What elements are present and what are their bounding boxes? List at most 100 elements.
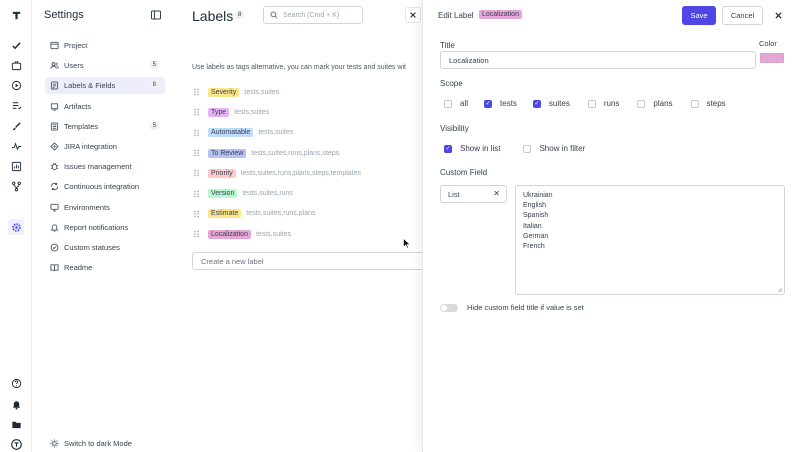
sidebar-item-label: Continuous integration <box>64 182 140 192</box>
list-item[interactable]: Estimate tests,suites,runs,plans <box>192 204 361 224</box>
app-logo-icon[interactable] <box>8 7 24 23</box>
sidebar-item-artifacts[interactable]: Artifacts <box>45 98 165 115</box>
close-labels-button[interactable] <box>405 7 421 23</box>
list-item[interactable]: Severity tests,suites <box>192 82 361 102</box>
drag-handle-icon[interactable] <box>192 190 202 198</box>
title-input[interactable]: Localization <box>440 51 756 69</box>
drag-handle-icon[interactable] <box>192 149 202 157</box>
drag-handle-icon[interactable] <box>192 129 202 137</box>
color-picker[interactable] <box>760 53 784 63</box>
sidebar-item-ci[interactable]: Continuous integration <box>45 178 165 195</box>
label-tag[interactable]: To Review <box>208 148 247 158</box>
sidebar-item-jira[interactable]: JIRA integration <box>45 138 165 155</box>
scope-options: all tests suites runs plans steps <box>444 99 726 108</box>
sidebar-item-users[interactable]: Users 5 <box>45 57 165 74</box>
help-icon[interactable] <box>8 375 24 391</box>
sidebar-item-label: Labels & Fields <box>64 81 116 91</box>
list-item[interactable]: To Review tests,suites,runs,plans,steps <box>192 143 361 163</box>
label-scope: tests,suites,runs,plans <box>246 210 316 218</box>
label-tag[interactable]: Estimate <box>208 209 242 219</box>
hide-title-toggle[interactable] <box>440 303 458 312</box>
branch-icon[interactable] <box>8 178 24 194</box>
tests-check-icon[interactable] <box>8 37 24 53</box>
suitcase-icon[interactable] <box>8 57 24 73</box>
scope-option-label: all <box>460 99 469 108</box>
sidebar-item-label: Issues management <box>64 162 132 172</box>
sidebar-item-custom-statuses[interactable]: Custom statuses <box>45 239 165 256</box>
label-tag[interactable]: Version <box>208 189 238 199</box>
runs-play-icon[interactable] <box>8 77 24 93</box>
labels-icon <box>50 81 59 90</box>
scope-steps-checkbox[interactable] <box>690 99 699 108</box>
labels-description: Use labels as tags alternative, you can … <box>192 64 406 71</box>
label-tag[interactable]: Localization <box>208 229 251 239</box>
user-avatar-icon[interactable] <box>8 436 24 452</box>
scope-option-label: tests <box>500 99 517 108</box>
bell-icon[interactable] <box>8 396 24 412</box>
pulse-icon[interactable] <box>8 138 24 154</box>
scope-all-checkbox[interactable] <box>444 99 452 108</box>
visibility-option-label: Show in list <box>460 144 501 153</box>
drag-handle-icon[interactable] <box>192 169 202 177</box>
label-tag[interactable]: Severity <box>208 87 240 97</box>
label-tag[interactable]: Type <box>208 107 230 117</box>
edit-label-panel: Edit Label Localization Save Cancel Titl… <box>422 0 800 452</box>
settings-gear-icon[interactable] <box>8 219 24 235</box>
sidebar-item-label: Readme <box>64 263 93 273</box>
resize-grip-icon[interactable] <box>777 287 782 292</box>
dark-mode-toggle[interactable]: Switch to dark Mode <box>50 439 132 448</box>
drag-handle-icon[interactable] <box>192 210 202 218</box>
folder-icon[interactable] <box>8 416 24 432</box>
cancel-button[interactable]: Cancel <box>722 6 763 25</box>
sidebar-item-templates[interactable]: Templates 5 <box>45 118 165 135</box>
clear-type-icon[interactable]: ✕ <box>493 189 500 198</box>
scope-plans-checkbox[interactable] <box>637 99 646 108</box>
sidebar-item-notifications[interactable]: Report notifications <box>45 219 165 236</box>
show-in-list-checkbox[interactable] <box>444 144 452 153</box>
sidebar-item-label: Users <box>64 61 84 71</box>
sidebar-item-readme[interactable]: Readme <box>45 259 165 276</box>
drag-handle-icon[interactable] <box>192 88 202 96</box>
new-label-input[interactable]: Create a new label <box>192 252 422 270</box>
search-input[interactable]: Search (Cmd + K) <box>263 6 363 24</box>
sidebar-item-environments[interactable]: Environments <box>45 199 165 216</box>
labels-list: Severity tests,suites Type tests,suites … <box>192 82 361 244</box>
custom-field-value: English <box>523 202 546 210</box>
save-button[interactable]: Save <box>682 6 716 25</box>
artifacts-icon <box>50 102 59 111</box>
edit-label-tag: Localization <box>479 10 522 19</box>
custom-field-values-textarea[interactable]: Ukrainian English Spanish Italian German… <box>515 185 785 295</box>
list-item[interactable]: Version tests,suites,runs <box>192 183 361 203</box>
brush-icon[interactable] <box>8 118 24 134</box>
list-item[interactable]: Automatable tests,suites <box>192 123 361 143</box>
custom-field-type-select[interactable]: List ✕ <box>440 185 507 203</box>
plans-list-icon[interactable] <box>8 97 24 113</box>
label-tag[interactable]: Priority <box>208 168 236 178</box>
label-scope: tests,suites,runs,plans,steps <box>251 149 340 157</box>
list-item[interactable]: Type tests,suites <box>192 102 361 122</box>
collapse-sidebar-icon[interactable] <box>151 10 161 20</box>
settings-nav: Project Users 5 Labels & Fields 8 Artifa… <box>45 37 165 279</box>
count-badge: 8 <box>149 81 159 90</box>
custom-field-section-label: Custom Field <box>440 168 488 177</box>
custom-field-value: Spanish <box>523 212 549 220</box>
environments-icon <box>50 203 59 212</box>
sidebar-item-project[interactable]: Project <box>45 37 165 54</box>
show-in-filter-checkbox[interactable] <box>523 144 532 153</box>
drag-handle-icon[interactable] <box>192 230 202 238</box>
label-tag[interactable]: Automatable <box>208 128 254 138</box>
list-item[interactable]: Localization tests,suites <box>192 224 361 244</box>
search-icon <box>270 11 278 19</box>
scope-tests-checkbox[interactable] <box>484 99 493 108</box>
visibility-section-label: Visibility <box>440 124 469 133</box>
sidebar-item-label: Custom statuses <box>64 242 120 252</box>
analytics-icon[interactable] <box>8 158 24 174</box>
sidebar-item-labels-fields[interactable]: Labels & Fields 8 <box>45 77 165 95</box>
readme-icon <box>50 263 59 272</box>
scope-suites-checkbox[interactable] <box>532 99 541 108</box>
list-item[interactable]: Priority tests,suites,runs,plans,steps,t… <box>192 163 361 183</box>
scope-runs-checkbox[interactable] <box>587 99 596 108</box>
close-edit-button[interactable] <box>772 9 784 21</box>
drag-handle-icon[interactable] <box>192 108 202 116</box>
sidebar-item-issues[interactable]: Issues management <box>45 158 165 175</box>
